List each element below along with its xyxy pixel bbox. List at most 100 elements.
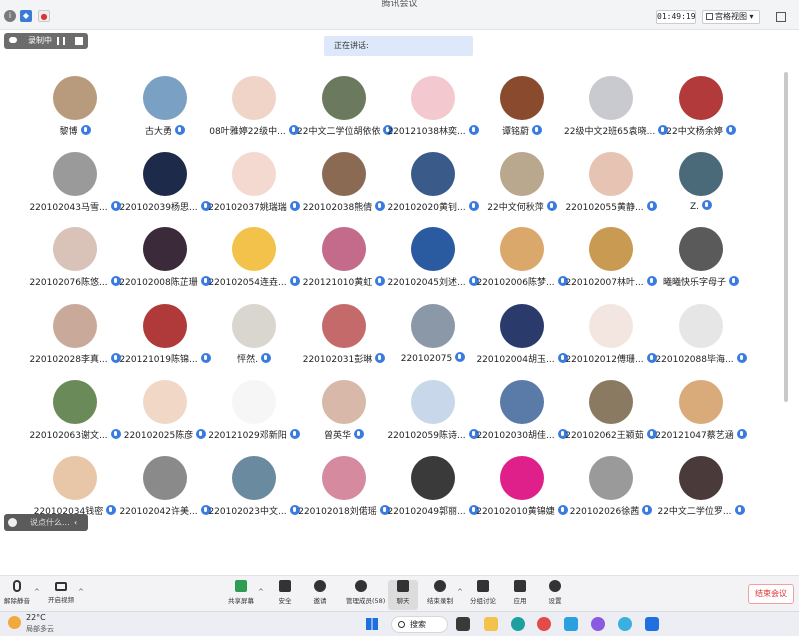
end-meeting-button[interactable]: 结束会议: [748, 584, 794, 604]
record-icon: [434, 580, 446, 592]
app-icon-purple[interactable]: [591, 617, 605, 631]
participant-tile[interactable]: 220121047蔡艺涵: [654, 378, 747, 454]
participant-tile[interactable]: 220102049郭丽...: [386, 454, 479, 530]
start-video-button[interactable]: 开启视频: [46, 580, 76, 610]
participant-tile[interactable]: 220102006陈梦...: [475, 225, 568, 301]
share-options-caret[interactable]: ^: [258, 588, 264, 596]
participant-name: 220121029邓新阳: [207, 428, 301, 441]
share-screen-button[interactable]: 共享屏幕: [226, 580, 256, 610]
participant-tile[interactable]: 220102062王颖茹: [564, 378, 657, 454]
participant-tile[interactable]: 220102059陈诗...: [386, 378, 479, 454]
record-options-caret[interactable]: ^: [457, 588, 463, 596]
participant-tile[interactable]: 220102039杨思...: [118, 150, 211, 226]
participant-tile[interactable]: 220102054连垚...: [207, 225, 300, 301]
apps-button[interactable]: 应用: [505, 580, 535, 610]
participant-tile[interactable]: 220102026徐茜: [564, 454, 654, 530]
participant-tile[interactable]: 22中文何秋萍: [475, 150, 565, 226]
participant-tile[interactable]: 220102007林叶...: [564, 225, 657, 301]
participant-name-text: 220102062王颖茹: [565, 431, 644, 441]
security-label: 安全: [278, 597, 292, 605]
participant-tile[interactable]: 220102088毕海...: [654, 302, 747, 378]
avatar: [143, 304, 187, 348]
weather-description[interactable]: 局部多云: [26, 624, 54, 634]
mic-options-caret[interactable]: ^: [34, 588, 40, 596]
info-icon[interactable]: i: [4, 10, 16, 22]
participant-tile[interactable]: 220102043马雪...: [28, 150, 121, 226]
participant-tile[interactable]: 220102042许美...: [118, 454, 211, 530]
security-button[interactable]: 安全: [270, 580, 300, 610]
participant-name-text: 220121010黄虹: [302, 278, 373, 288]
pause-recording-button[interactable]: [57, 37, 65, 45]
vpn-app-icon[interactable]: [564, 617, 578, 631]
app-icon-blue[interactable]: [618, 617, 632, 631]
participant-tile[interactable]: 黎博: [28, 74, 118, 150]
avatar: [53, 227, 97, 271]
stop-recording-button[interactable]: [75, 37, 83, 45]
weather-icon[interactable]: [8, 616, 21, 629]
participant-tile[interactable]: 220102023中文...: [207, 454, 300, 530]
task-view-icon[interactable]: [456, 617, 470, 631]
participant-tile[interactable]: 怦然.: [207, 302, 297, 378]
participant-tile[interactable]: 22中文二学位罗...: [654, 454, 745, 530]
chat-quick-input[interactable]: 说点什么... ‹: [4, 514, 88, 531]
participant-tile[interactable]: 曾英华: [297, 378, 387, 454]
chrome-icon[interactable]: [537, 617, 551, 631]
participant-tile[interactable]: 22中文二学位胡依依: [297, 74, 394, 150]
record-status-icon[interactable]: ●: [38, 10, 50, 22]
video-options-caret[interactable]: ^: [78, 588, 84, 596]
participant-tile[interactable]: 220102031彭琳: [297, 302, 387, 378]
participant-tile[interactable]: 曦曦快乐字母子: [654, 225, 744, 301]
participant-tile[interactable]: 220102028李真...: [28, 302, 121, 378]
participant-tile[interactable]: 22级中文2班65袁晓...: [564, 74, 669, 150]
participant-tile[interactable]: 古大勇: [118, 74, 208, 150]
participant-tile[interactable]: 22中文杨余婷: [654, 74, 744, 150]
taskbar-search[interactable]: 搜索: [391, 616, 448, 633]
emoji-icon[interactable]: [8, 518, 17, 527]
windows-start-icon[interactable]: [366, 618, 378, 630]
settings-button[interactable]: 设置: [540, 580, 570, 610]
participant-tile[interactable]: 220102063谢文...: [28, 378, 121, 454]
view-switch-button[interactable]: 宫格视图 ▾: [702, 10, 760, 24]
participant-tile[interactable]: 220102055黄静...: [564, 150, 657, 226]
participant-tile[interactable]: 220102037姚瑞瑞: [207, 150, 300, 226]
tencent-meeting-taskbar-icon[interactable]: [645, 617, 659, 631]
participant-tile[interactable]: 220102012傅珊...: [564, 302, 657, 378]
participant-tile[interactable]: 220102030胡佳...: [475, 378, 568, 454]
unmute-button[interactable]: 解除静音: [2, 580, 32, 610]
weather-temperature[interactable]: 22°C: [26, 613, 46, 622]
participant-tile[interactable]: 220102075: [386, 302, 476, 378]
participant-tile[interactable]: 220121019陈锦...: [118, 302, 211, 378]
file-explorer-icon[interactable]: [484, 617, 498, 631]
participant-name: 220102037姚瑞瑞: [207, 200, 301, 213]
participant-tile[interactable]: 08叶雅婷22级中...: [207, 74, 299, 150]
participant-tile[interactable]: 220102076陈悠...: [28, 225, 121, 301]
avatar: [53, 152, 97, 196]
collapse-icon[interactable]: ‹: [74, 514, 77, 531]
participant-tile[interactable]: 220102020黄钊...: [386, 150, 479, 226]
os-taskbar: 22°C 局部多云 搜索: [0, 611, 799, 636]
participant-tile[interactable]: 220121038林奕...: [386, 74, 479, 150]
mic-muted-icon: [546, 201, 557, 211]
participant-tile[interactable]: 220102025陈彦: [118, 378, 208, 454]
end-recording-button[interactable]: 结束录制: [425, 580, 455, 610]
participant-tile[interactable]: Z.: [654, 150, 744, 226]
edge-browser-icon[interactable]: [511, 617, 525, 631]
mic-muted-icon: [736, 353, 747, 363]
participant-tile[interactable]: 220121010黄虹: [297, 225, 387, 301]
participant-tile[interactable]: 220102045刘述...: [386, 225, 479, 301]
chat-button[interactable]: 聊天: [388, 580, 418, 610]
manage-members-button[interactable]: 管理成员(58): [346, 580, 385, 610]
invite-button[interactable]: 邀请: [305, 580, 335, 610]
grid-scrollbar[interactable]: [784, 72, 788, 402]
cloud-icon: [9, 37, 17, 43]
participant-tile[interactable]: 220121029邓新阳: [207, 378, 300, 454]
participant-tile[interactable]: 谭铭蔚: [475, 74, 565, 150]
shield-icon[interactable]: ◆: [20, 10, 32, 22]
participant-tile[interactable]: 220102004胡玉...: [475, 302, 568, 378]
participant-tile[interactable]: 220102010黄锦婕: [475, 454, 568, 530]
participant-tile[interactable]: 220102038熊倩: [297, 150, 387, 226]
participant-tile[interactable]: 220102018刘偌瑶: [297, 454, 390, 530]
breakout-button[interactable]: 分组讨论: [468, 580, 498, 610]
participant-tile[interactable]: 220102008陈芷珊: [118, 225, 211, 301]
fullscreen-icon[interactable]: [776, 12, 786, 22]
